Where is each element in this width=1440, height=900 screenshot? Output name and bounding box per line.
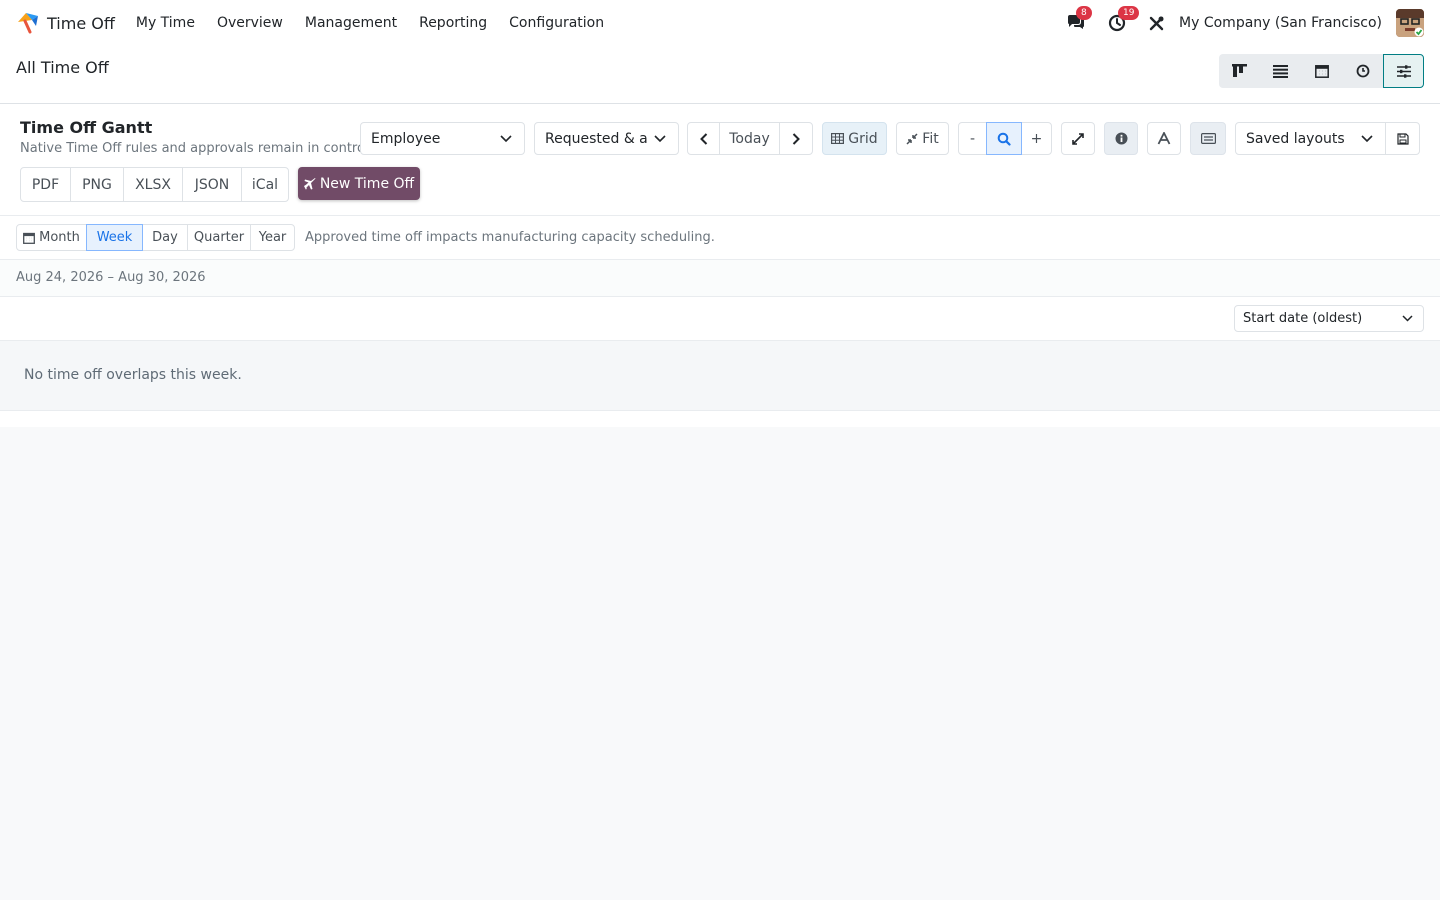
scale-year-button[interactable]: Year (250, 224, 295, 251)
export-xlsx-button[interactable]: XLSX (123, 167, 183, 202)
previous-button[interactable] (687, 122, 720, 155)
group-by-select[interactable]: Employee (360, 122, 525, 155)
activities-count-badge: 19 (1118, 6, 1140, 20)
control-panel: All Time Off (0, 46, 1440, 104)
scale-month-label: Month (39, 230, 80, 245)
zoom-out-button[interactable]: - (958, 122, 987, 155)
date-navigation: Today (687, 122, 813, 155)
systray: 8 19 My Company (San Francisco) (1066, 0, 1424, 46)
scale-day-button[interactable]: Day (142, 224, 188, 251)
compress-icon (906, 132, 918, 145)
activity-icon (1356, 64, 1369, 78)
view-switcher (1219, 54, 1424, 88)
chevron-down-icon (1402, 315, 1413, 322)
app-title: Time Off (47, 13, 115, 33)
menu-my-time[interactable]: My Time (125, 15, 206, 31)
messages-button[interactable]: 8 (1066, 6, 1092, 32)
chevron-down-icon (654, 134, 666, 142)
export-ical-button[interactable]: iCal (241, 167, 289, 202)
rows-icon (1200, 133, 1216, 144)
calendar-icon (23, 232, 36, 244)
kanban-icon (1232, 64, 1247, 77)
empty-message: No time off overlaps this week. (24, 367, 242, 383)
debug-tools-button[interactable] (1148, 15, 1165, 32)
table-icon (831, 133, 845, 144)
main-menu: My Time Overview Management Reporting Co… (125, 15, 615, 31)
fit-button[interactable]: Fit (896, 122, 949, 155)
date-range-bar: Aug 24, 2026 – Aug 30, 2026 (0, 260, 1440, 297)
expand-icon (1072, 132, 1084, 145)
gantt-header: Time Off Gantt Native Time Off rules and… (0, 104, 1440, 216)
gantt-subtitle: Native Time Off rules and approvals rema… (20, 141, 369, 156)
group-by-value: Employee (371, 130, 441, 147)
scale-month-button[interactable]: Month (16, 224, 87, 251)
top-navbar: Time Off My Time Overview Management Rep… (0, 0, 1440, 46)
scale-bar: Month Week Day Quarter Year Approved tim… (0, 216, 1440, 260)
fullscreen-button[interactable] (1061, 122, 1095, 155)
gantt-title: Time Off Gantt (20, 118, 153, 137)
state-filter-value: Requested & approved (545, 130, 649, 147)
gantt-empty-state: No time off overlaps this week. (0, 341, 1440, 411)
new-time-off-label: New Time Off (319, 175, 415, 192)
calendar-icon (1314, 65, 1329, 78)
list-view-button[interactable] (1260, 54, 1301, 88)
breadcrumb: All Time Off (16, 58, 109, 77)
grid-label: Grid (848, 130, 878, 147)
export-png-button[interactable]: PNG (70, 167, 124, 202)
sort-value: Start date (oldest) (1243, 311, 1363, 326)
chevron-down-icon (500, 134, 512, 142)
saved-layouts-label: Saved layouts (1246, 130, 1345, 147)
menu-reporting[interactable]: Reporting (408, 15, 498, 31)
activity-view-button[interactable] (1342, 54, 1383, 88)
scale-quarter-button[interactable]: Quarter (187, 224, 251, 251)
search-icon (997, 132, 1011, 146)
export-json-button[interactable]: JSON (182, 167, 242, 202)
time-off-app-icon (16, 12, 40, 34)
export-pdf-button[interactable]: PDF (20, 167, 71, 202)
scale-week-button[interactable]: Week (86, 224, 143, 251)
calendar-view-button[interactable] (1301, 54, 1342, 88)
compact-rows-button[interactable] (1190, 122, 1226, 155)
export-buttons: PDF PNG XLSX JSON iCal (20, 167, 289, 202)
date-range-label: Aug 24, 2026 – Aug 30, 2026 (16, 270, 206, 285)
fit-label: Fit (922, 130, 939, 147)
zoom-search-button[interactable] (986, 122, 1022, 155)
list-icon (1273, 64, 1288, 78)
app-brand[interactable]: Time Off (16, 12, 115, 34)
plane-icon (303, 177, 316, 189)
today-button[interactable]: Today (719, 122, 780, 155)
zoom-controls: - + (958, 122, 1052, 155)
user-avatar[interactable] (1396, 9, 1424, 37)
sliders-icon (1396, 64, 1411, 78)
grid-toggle-button[interactable]: Grid (822, 122, 887, 155)
scale-note: Approved time off impacts manufacturing … (305, 230, 715, 245)
sort-bar: Start date (oldest) (0, 297, 1440, 341)
state-filter-select[interactable]: Requested & approved (534, 122, 679, 155)
next-button[interactable] (779, 122, 813, 155)
save-icon (1396, 132, 1409, 145)
font-size-button[interactable] (1147, 122, 1181, 155)
gantt-footer-strip (0, 411, 1440, 427)
zoom-in-button[interactable]: + (1021, 122, 1052, 155)
info-icon (1115, 132, 1127, 145)
chevron-down-icon (1361, 134, 1373, 142)
font-icon (1157, 132, 1171, 145)
messages-count-badge: 8 (1076, 6, 1092, 20)
menu-overview[interactable]: Overview (206, 15, 294, 31)
saved-layouts-select[interactable]: Saved layouts (1235, 122, 1386, 155)
company-switcher[interactable]: My Company (San Francisco) (1179, 15, 1382, 31)
new-time-off-button[interactable]: New Time Off (298, 167, 420, 200)
chevron-right-icon (792, 132, 800, 145)
menu-configuration[interactable]: Configuration (498, 15, 615, 31)
menu-management[interactable]: Management (294, 15, 408, 31)
gantt-view-button[interactable] (1383, 54, 1424, 88)
tools-icon (1149, 16, 1164, 30)
info-toggle-button[interactable] (1104, 122, 1138, 155)
scale-selector: Month Week Day Quarter Year (16, 224, 295, 251)
save-layout-button[interactable] (1385, 122, 1420, 155)
sort-select[interactable]: Start date (oldest) (1234, 305, 1424, 332)
chevron-left-icon (699, 132, 707, 145)
kanban-view-button[interactable] (1219, 54, 1260, 88)
activities-button[interactable]: 19 (1108, 6, 1140, 32)
